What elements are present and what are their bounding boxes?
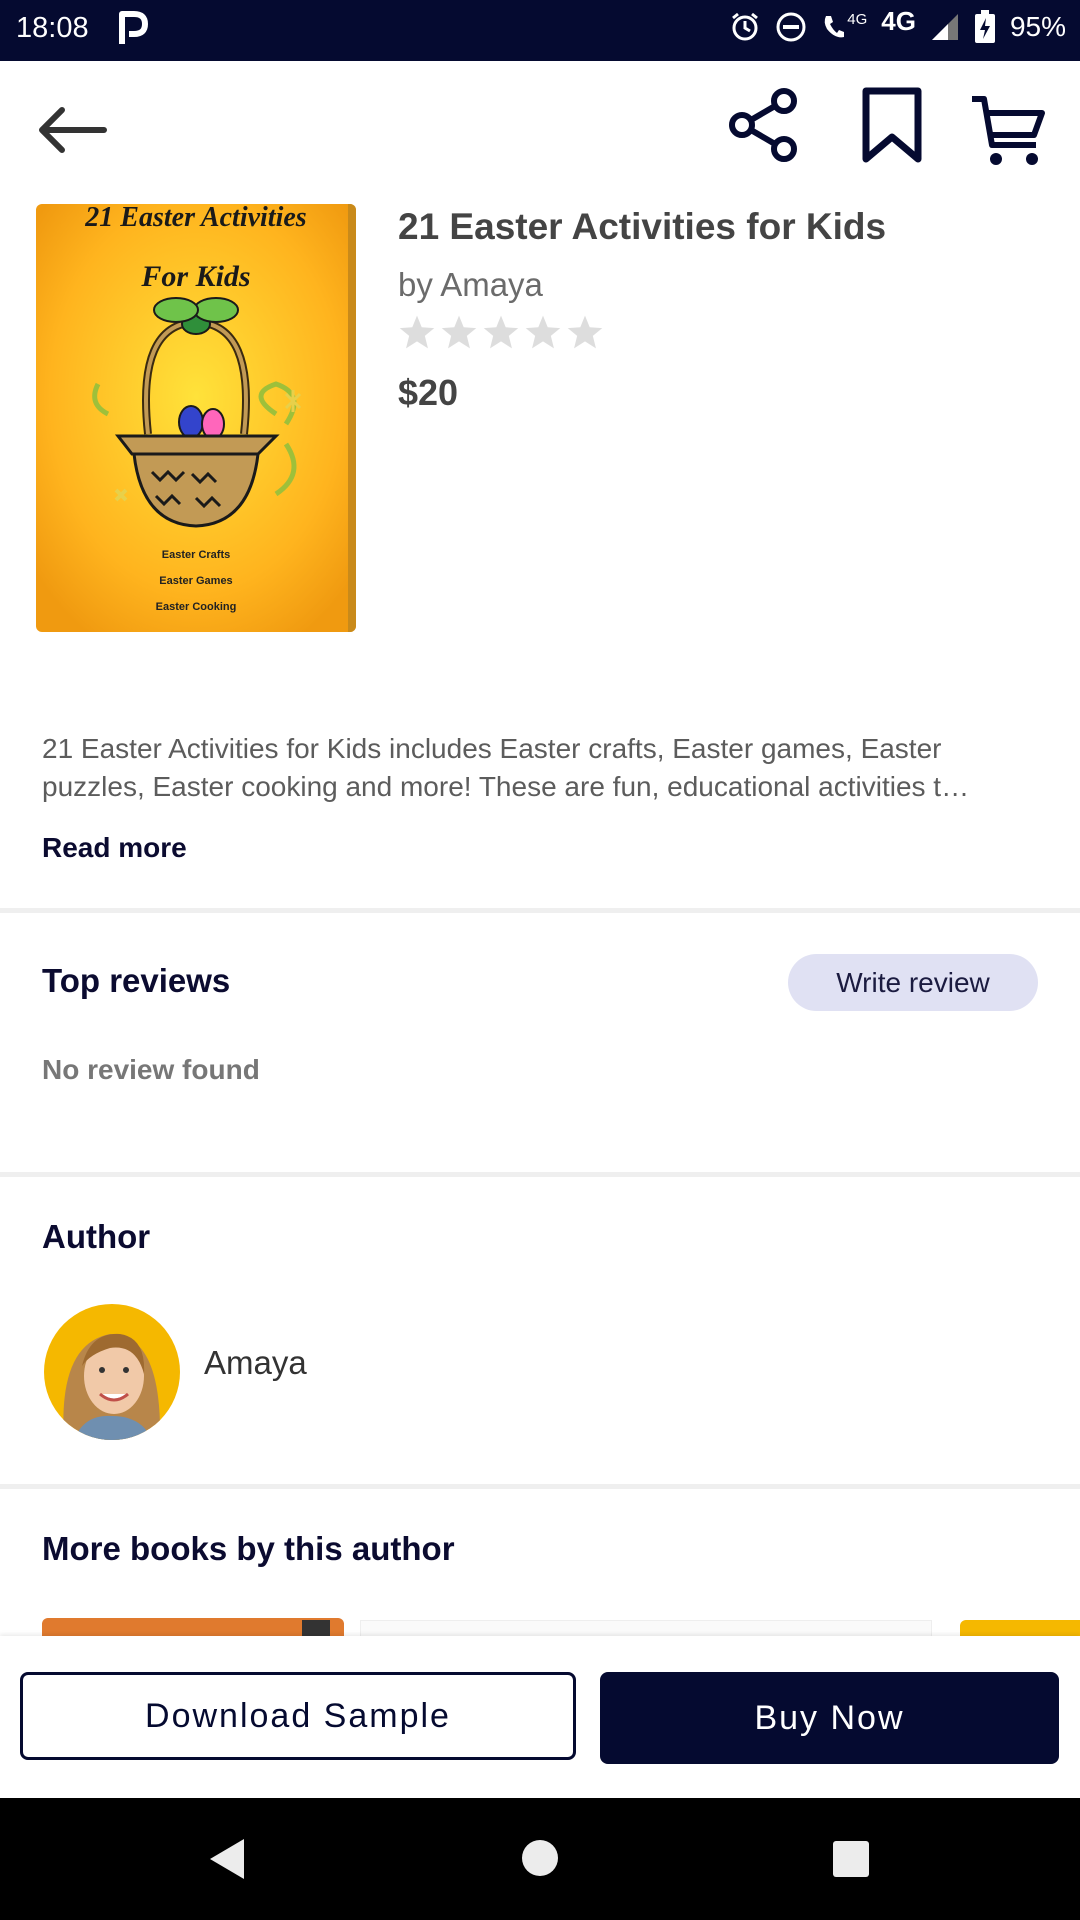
star-icon bbox=[567, 315, 603, 349]
author-avatar[interactable] bbox=[44, 1304, 180, 1440]
cart-icon[interactable] bbox=[968, 91, 1048, 171]
nav-home-icon[interactable] bbox=[520, 1838, 560, 1878]
nav-back-icon[interactable] bbox=[206, 1836, 248, 1882]
read-more-link[interactable]: Read more bbox=[42, 832, 187, 864]
top-app-bar bbox=[0, 61, 1080, 201]
alarm-icon bbox=[732, 12, 759, 41]
more-books-title: More books by this author bbox=[42, 1530, 455, 1567]
buy-now-button[interactable]: Buy Now bbox=[600, 1672, 1059, 1764]
book-title: 21 Easter Activities for Kids bbox=[398, 206, 887, 247]
cover-title-line2: For Kids bbox=[140, 260, 250, 293]
star-icon bbox=[483, 315, 519, 349]
signal-icon bbox=[931, 14, 958, 40]
status-icons: 4G 4G 95% bbox=[729, 6, 1066, 44]
section-divider bbox=[0, 1172, 1080, 1177]
parking-app-icon bbox=[119, 11, 148, 44]
section-divider bbox=[0, 1484, 1080, 1489]
rating-stars bbox=[398, 314, 604, 350]
cover-item-1: Easter Crafts bbox=[162, 549, 230, 561]
star-icon bbox=[525, 315, 561, 349]
book-price: $20 bbox=[398, 372, 459, 413]
network-type: 4G bbox=[881, 5, 916, 36]
book-author[interactable]: by Amaya bbox=[398, 266, 543, 304]
book-description: 21 Easter Activities for Kids includes E… bbox=[42, 733, 970, 802]
battery-percent: 95% bbox=[1009, 11, 1066, 42]
wifi-call-indicator: 4G bbox=[821, 10, 868, 41]
author-name[interactable]: Amaya bbox=[204, 1344, 307, 1382]
nav-recents-icon[interactable] bbox=[832, 1840, 870, 1878]
no-review-message: No review found bbox=[42, 1054, 260, 1085]
bottom-action-bar: Download Sample Buy Now bbox=[0, 1636, 1080, 1798]
back-arrow-icon[interactable] bbox=[36, 105, 108, 155]
book-thumbnail[interactable] bbox=[42, 1618, 344, 1636]
more-books-carousel[interactable] bbox=[0, 1618, 1080, 1636]
book-cover-art: 21 Easter Activities For Kids Easter Cra… bbox=[36, 204, 356, 632]
cover-item-3: Easter Cooking bbox=[156, 601, 237, 613]
bookmark-icon[interactable] bbox=[860, 85, 924, 165]
system-nav-bar bbox=[0, 1798, 1080, 1920]
author-photo bbox=[44, 1304, 180, 1440]
network-type-small: 4G bbox=[847, 10, 868, 28]
star-icon bbox=[441, 315, 477, 349]
do-not-disturb-icon bbox=[776, 12, 806, 42]
top-reviews-title: Top reviews bbox=[42, 962, 231, 999]
download-sample-button[interactable]: Download Sample bbox=[20, 1672, 576, 1760]
section-divider bbox=[0, 908, 1080, 913]
author-section-title: Author bbox=[42, 1218, 151, 1255]
phone-icon bbox=[824, 16, 845, 38]
book-thumbnail[interactable] bbox=[360, 1620, 932, 1636]
star-icon bbox=[399, 315, 435, 349]
cover-title-line1: 21 Easter Activities bbox=[84, 204, 306, 233]
share-icon[interactable] bbox=[726, 87, 802, 163]
book-thumbnail-badge bbox=[302, 1620, 330, 1636]
book-thumbnail[interactable] bbox=[960, 1620, 1080, 1636]
cover-item-2: Easter Games bbox=[159, 575, 232, 587]
battery-charging-icon bbox=[974, 10, 995, 43]
write-review-button[interactable]: Write review bbox=[788, 954, 1038, 1011]
status-time: 18:08 bbox=[16, 12, 89, 44]
book-cover[interactable]: 21 Easter Activities For Kids Easter Cra… bbox=[36, 204, 356, 632]
status-bar: 18:08 4G 4G 95% bbox=[0, 0, 1080, 61]
